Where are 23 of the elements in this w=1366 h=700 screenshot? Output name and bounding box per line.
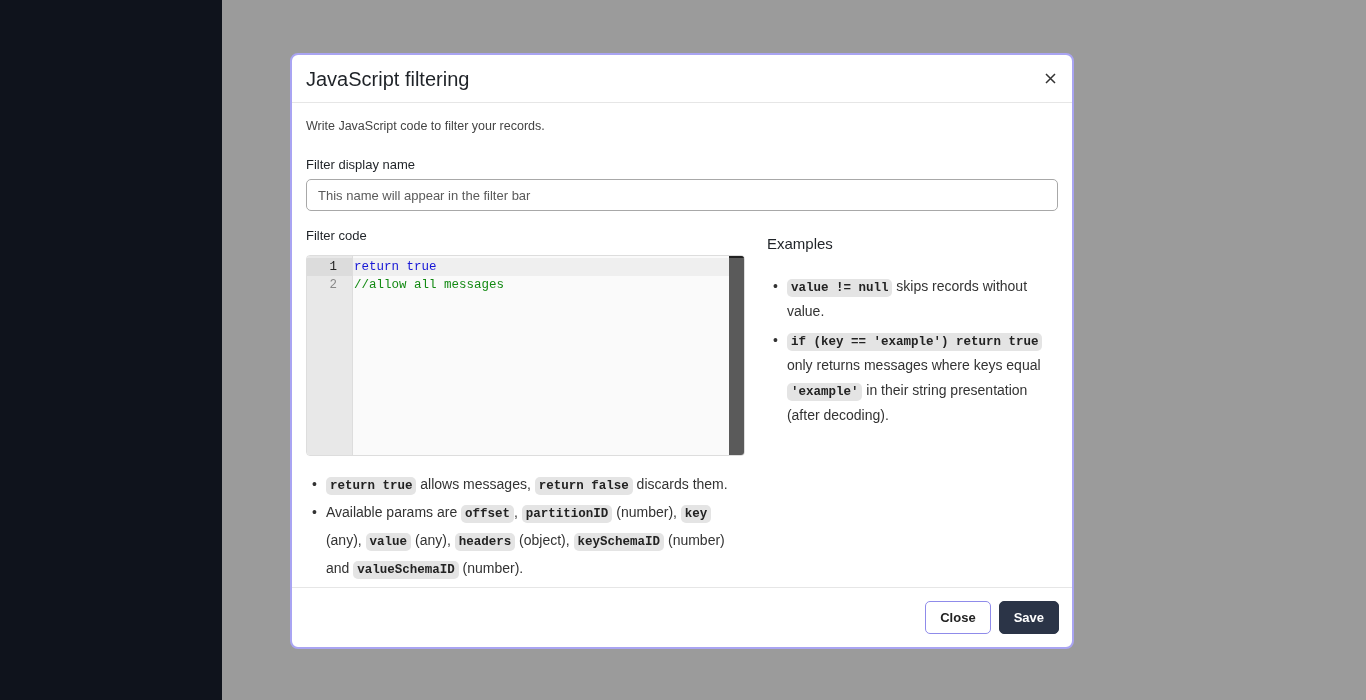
code-editor[interactable]: 1 2 return true //allow all messages [306,254,745,456]
help-text: Available params are offset , partitionID (number), key (any), value (any), headers (object), keySchemaID (number) and valueSchemaID (number). [325,502,726,581]
bullet: • [773,330,778,350]
field-label: Filter display name [306,155,416,174]
bullet: • [312,474,317,494]
code-line: //allow all messages [354,277,505,292]
close-button[interactable] [1043,71,1058,86]
bullet: • [773,276,778,296]
dialog-description: Write JavaScript code to filter your records. [306,118,546,135]
save-button[interactable]: Save [998,600,1059,635]
line-number: 1 [307,257,352,276]
help-text: return true allows messages, return false discards them. [325,469,728,498]
dialog-title: JavaScript filtering [306,66,470,91]
name-input-field[interactable]: This name will appear in the filter bar [306,179,1058,212]
line-number: 2 [328,276,338,294]
examples-heading: Examples [767,234,834,255]
example-text: value != null skips records without value. [786,276,1029,321]
bullet: • [312,502,317,522]
field-label: Filter code [306,227,367,246]
scrollbar[interactable] [729,255,744,455]
close-button[interactable]: Close [925,600,991,635]
code-line: return true [354,259,437,274]
example-text: if (key == 'example') return true only returns messages where keys equal 'example' in their string presentation (after decoding). [786,331,1044,425]
